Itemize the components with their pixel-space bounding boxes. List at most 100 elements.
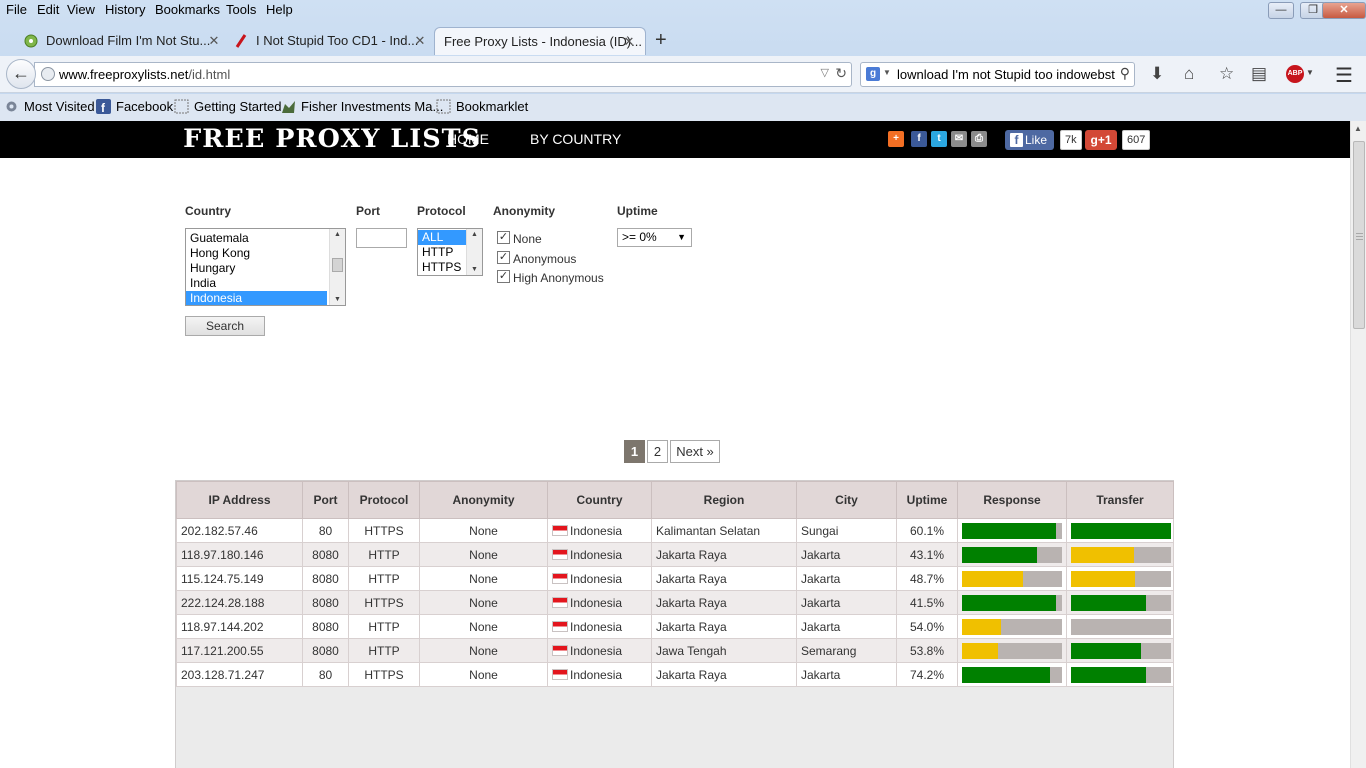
page-scrollbar[interactable]: ▲ — — — [1350,121,1366,768]
anonymity-high-checkbox[interactable]: ✓ [497,270,510,283]
header-region[interactable]: Region [651,481,797,519]
tab-close-icon[interactable]: ✕ [206,27,222,55]
search-bar[interactable]: g ▼ lownload I'm not Stupid too indowebs… [860,62,1135,87]
site-logo[interactable]: FREE PROXY LISTS [183,124,481,153]
menu-bookmarks[interactable]: Bookmarks [155,2,220,17]
bookmark-getting-started[interactable]: Getting Started [174,99,281,114]
dropdown-caret-icon: ▼ [677,232,686,242]
home-icon[interactable]: ⌂ [1184,64,1194,84]
protocol-option[interactable]: HTTP [418,245,466,260]
minimize-button[interactable]: — [1268,2,1294,19]
cell-ip[interactable]: 115.124.75.149 [176,566,303,591]
back-button[interactable]: ← [6,59,36,89]
addthis-share-icon[interactable]: + [888,131,904,147]
cell-ip[interactable]: 202.182.57.46 [176,518,303,543]
tab-close-icon[interactable]: ✕ [621,28,637,55]
tab-close-icon[interactable]: ✕ [412,27,428,55]
menu-edit[interactable]: Edit [37,2,59,17]
header-uptime[interactable]: Uptime [896,481,958,519]
bookmarks-toolbar: Most Visited f Facebook Getting Started … [0,94,1366,121]
page-2-button[interactable]: 2 [647,440,668,463]
menu-tools[interactable]: Tools [226,2,256,17]
country-option[interactable]: Hong Kong [186,246,327,261]
downloads-icon[interactable]: ⬇ [1150,64,1164,84]
close-window-button[interactable]: ✕ [1322,2,1366,19]
header-port[interactable]: Port [302,481,349,519]
hamburger-menu-icon[interactable]: ☰ [1335,63,1353,88]
scroll-up-icon[interactable]: ▲ [471,231,478,238]
scroll-up-icon[interactable]: ▲ [1354,124,1362,133]
adblock-plus-icon[interactable]: ABP [1286,65,1304,83]
url-bar[interactable]: www.freeproxylists.net/id.html ▽ ↻ [34,62,852,87]
header-city[interactable]: City [796,481,897,519]
bookmark-facebook[interactable]: f Facebook [96,99,173,114]
country-select[interactable]: Guatemala Hong Kong Hungary India Indone… [185,228,346,306]
cell-ip[interactable]: 222.124.28.188 [176,590,303,615]
country-option[interactable]: Hungary [186,261,327,276]
port-input[interactable] [356,228,407,248]
header-response[interactable]: Response [957,481,1067,519]
header-transfer[interactable]: Transfer [1066,481,1174,519]
cell-region: Jakarta Raya [651,566,797,591]
twitter-share-icon[interactable]: t [931,131,947,147]
header-anonymity[interactable]: Anonymity [419,481,548,519]
anonymity-anonymous-checkbox[interactable]: ✓ [497,251,510,264]
google-engine-icon[interactable]: g [866,67,880,81]
menu-view[interactable]: View [67,2,95,17]
facebook-like-button[interactable]: f Like [1005,130,1054,150]
scroll-down-icon[interactable]: ▼ [471,266,478,273]
protocol-option[interactable]: HTTPS [418,260,466,275]
menu-history[interactable]: History [105,2,145,17]
country-option[interactable]: Guatemala [186,231,327,246]
new-tab-button[interactable]: + [655,30,667,50]
tab-download-film[interactable]: Download Film I'm Not Stu... ✕ [22,27,222,55]
menu-file[interactable]: File [6,2,27,17]
search-input[interactable]: lownload I'm not Stupid too indowebster [897,67,1115,82]
cell-ip[interactable]: 117.121.200.55 [176,638,303,663]
header-protocol[interactable]: Protocol [348,481,420,519]
scroll-thumb[interactable] [332,258,343,272]
bookmark-fisher-investments[interactable]: Fisher Investments Ma... [281,99,443,114]
cell-ip[interactable]: 203.128.71.247 [176,662,303,687]
bookmarks-menu-icon[interactable]: ▤ [1251,64,1267,84]
engine-dropdown-icon[interactable]: ▼ [883,68,891,77]
response-bar [962,618,1062,635]
protocol-option-selected[interactable]: ALL [418,230,466,245]
scroll-down-icon[interactable]: ▼ [334,296,341,303]
uptime-select[interactable]: >= 0% ▼ [617,228,692,247]
nav-by-country[interactable]: BY COUNTRY [530,131,621,147]
anonymity-none-checkbox[interactable]: ✓ [497,231,510,244]
protocol-list-scrollbar[interactable]: ▲ ▼ [466,229,482,275]
scroll-up-icon[interactable]: ▲ [334,231,341,238]
search-button[interactable]: Search [185,316,265,336]
cell-ip[interactable]: 118.97.144.202 [176,614,303,639]
url-history-dropdown-icon[interactable]: ▽ [821,66,829,79]
reload-icon[interactable]: ↻ [835,65,847,82]
bookmark-bookmarklet[interactable]: Bookmarklet [436,99,528,114]
bookmark-most-visited[interactable]: Most Visited [4,99,95,114]
nav-home[interactable]: HOME [447,131,489,147]
menu-help[interactable]: Help [266,2,293,17]
bookmark-star-icon[interactable]: ☆ [1219,64,1234,84]
country-list-scrollbar[interactable]: ▲ ▼ [329,229,345,305]
protocol-select[interactable]: ALL HTTP HTTPS ▲ ▼ [417,228,483,276]
page-1-button[interactable]: 1 [624,440,645,463]
tab-free-proxy-lists[interactable]: Free Proxy Lists - Indonesia (ID)... ✕ [434,27,646,55]
country-option-selected[interactable]: Indonesia [186,291,327,305]
google-plus-button[interactable]: g+1 [1085,130,1117,150]
cell-port: 8080 [302,590,349,615]
facebook-share-icon[interactable]: f [911,131,927,147]
tab-i-not-stupid[interactable]: I Not Stupid Too CD1 - Ind... ✕ [232,27,428,55]
header-ip-address[interactable]: IP Address [176,481,303,519]
cell-country: Indonesia [547,590,652,615]
cell-ip[interactable]: 118.97.180.146 [176,542,303,567]
print-share-icon[interactable]: ⎙ [971,131,987,147]
header-country[interactable]: Country [547,481,652,519]
cell-country: Indonesia [547,566,652,591]
search-magnifier-icon[interactable]: ⚲ [1120,65,1130,82]
email-share-icon[interactable]: ✉ [951,131,967,147]
page-scroll-thumb[interactable]: — — — [1353,141,1365,329]
next-page-button[interactable]: Next » [670,440,720,463]
country-option[interactable]: India [186,276,327,291]
adblock-dropdown-icon[interactable]: ▼ [1306,68,1314,77]
